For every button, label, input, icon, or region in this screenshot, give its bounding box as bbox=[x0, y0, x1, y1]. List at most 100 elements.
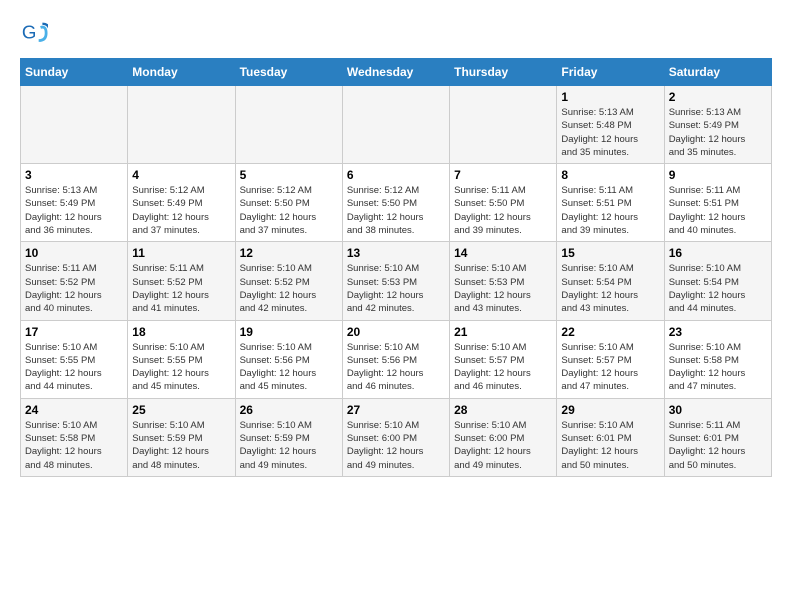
calendar-cell: 29 Sunrise: 5:10 AM Sunset: 6:01 PM Dayli… bbox=[557, 398, 664, 476]
day-info: Sunrise: 5:10 AM Sunset: 5:59 PM Dayligh… bbox=[240, 419, 338, 472]
calendar-week-3: 10 Sunrise: 5:11 AM Sunset: 5:52 PM Dayli… bbox=[21, 242, 772, 320]
calendar-cell bbox=[128, 86, 235, 164]
calendar-cell: 21 Sunrise: 5:10 AM Sunset: 5:57 PM Dayli… bbox=[450, 320, 557, 398]
day-number: 27 bbox=[347, 403, 445, 417]
day-info: Sunrise: 5:11 AM Sunset: 6:01 PM Dayligh… bbox=[669, 419, 767, 472]
calendar-cell: 30 Sunrise: 5:11 AM Sunset: 6:01 PM Dayli… bbox=[664, 398, 771, 476]
day-info: Sunrise: 5:10 AM Sunset: 5:55 PM Dayligh… bbox=[25, 341, 123, 394]
day-number: 4 bbox=[132, 168, 230, 182]
day-number: 26 bbox=[240, 403, 338, 417]
day-info: Sunrise: 5:12 AM Sunset: 5:50 PM Dayligh… bbox=[240, 184, 338, 237]
day-number: 14 bbox=[454, 246, 552, 260]
day-number: 29 bbox=[561, 403, 659, 417]
calendar-cell: 23Sunrise: 5:10 AM Sunset: 5:58 PM Dayli… bbox=[664, 320, 771, 398]
header-wednesday: Wednesday bbox=[342, 59, 449, 86]
calendar-cell bbox=[235, 86, 342, 164]
day-info: Sunrise: 5:11 AM Sunset: 5:50 PM Dayligh… bbox=[454, 184, 552, 237]
calendar-header-row: SundayMondayTuesdayWednesdayThursdayFrid… bbox=[21, 59, 772, 86]
calendar-cell: 11Sunrise: 5:11 AM Sunset: 5:52 PM Dayli… bbox=[128, 242, 235, 320]
calendar-cell: 16 Sunrise: 5:10 AM Sunset: 5:54 PM Dayli… bbox=[664, 242, 771, 320]
calendar-cell: 26 Sunrise: 5:10 AM Sunset: 5:59 PM Dayli… bbox=[235, 398, 342, 476]
day-info: Sunrise: 5:11 AM Sunset: 5:51 PM Dayligh… bbox=[669, 184, 767, 237]
calendar-cell: 12 Sunrise: 5:10 AM Sunset: 5:52 PM Dayli… bbox=[235, 242, 342, 320]
day-number: 19 bbox=[240, 325, 338, 339]
day-number: 9 bbox=[669, 168, 767, 182]
day-number: 17 bbox=[25, 325, 123, 339]
calendar-cell bbox=[450, 86, 557, 164]
day-number: 5 bbox=[240, 168, 338, 182]
header-friday: Friday bbox=[557, 59, 664, 86]
day-info: Sunrise: 5:10 AM Sunset: 5:55 PM Dayligh… bbox=[132, 341, 230, 394]
day-info: Sunrise: 5:10 AM Sunset: 6:00 PM Dayligh… bbox=[347, 419, 445, 472]
header-monday: Monday bbox=[128, 59, 235, 86]
day-number: 18 bbox=[132, 325, 230, 339]
day-number: 16 bbox=[669, 246, 767, 260]
logo: G bbox=[20, 20, 52, 48]
day-info: Sunrise: 5:10 AM Sunset: 5:58 PM Dayligh… bbox=[25, 419, 123, 472]
day-number: 6 bbox=[347, 168, 445, 182]
day-info: Sunrise: 5:10 AM Sunset: 5:59 PM Dayligh… bbox=[132, 419, 230, 472]
calendar-cell: 13Sunrise: 5:10 AM Sunset: 5:53 PM Dayli… bbox=[342, 242, 449, 320]
day-info: Sunrise: 5:10 AM Sunset: 5:54 PM Dayligh… bbox=[669, 262, 767, 315]
day-number: 21 bbox=[454, 325, 552, 339]
svg-text:G: G bbox=[22, 22, 37, 43]
calendar-cell bbox=[342, 86, 449, 164]
day-number: 1 bbox=[561, 90, 659, 104]
day-number: 22 bbox=[561, 325, 659, 339]
day-info: Sunrise: 5:13 AM Sunset: 5:49 PM Dayligh… bbox=[669, 106, 767, 159]
calendar-cell: 17 Sunrise: 5:10 AM Sunset: 5:55 PM Dayli… bbox=[21, 320, 128, 398]
calendar-cell: 5 Sunrise: 5:12 AM Sunset: 5:50 PM Daylig… bbox=[235, 164, 342, 242]
header-tuesday: Tuesday bbox=[235, 59, 342, 86]
day-number: 24 bbox=[25, 403, 123, 417]
calendar-cell: 4 Sunrise: 5:12 AM Sunset: 5:49 PM Daylig… bbox=[128, 164, 235, 242]
day-number: 2 bbox=[669, 90, 767, 104]
calendar-cell: 1 Sunrise: 5:13 AM Sunset: 5:48 PM Daylig… bbox=[557, 86, 664, 164]
day-info: Sunrise: 5:10 AM Sunset: 5:57 PM Dayligh… bbox=[561, 341, 659, 394]
day-info: Sunrise: 5:13 AM Sunset: 5:48 PM Dayligh… bbox=[561, 106, 659, 159]
day-info: Sunrise: 5:10 AM Sunset: 5:56 PM Dayligh… bbox=[347, 341, 445, 394]
day-number: 11 bbox=[132, 246, 230, 260]
day-number: 30 bbox=[669, 403, 767, 417]
calendar-body: 1 Sunrise: 5:13 AM Sunset: 5:48 PM Daylig… bbox=[21, 86, 772, 477]
calendar-cell bbox=[21, 86, 128, 164]
calendar-week-2: 3 Sunrise: 5:13 AM Sunset: 5:49 PM Daylig… bbox=[21, 164, 772, 242]
day-number: 8 bbox=[561, 168, 659, 182]
day-info: Sunrise: 5:10 AM Sunset: 6:01 PM Dayligh… bbox=[561, 419, 659, 472]
calendar-cell: 8 Sunrise: 5:11 AM Sunset: 5:51 PM Daylig… bbox=[557, 164, 664, 242]
logo-icon: G bbox=[20, 20, 48, 48]
day-info: Sunrise: 5:10 AM Sunset: 5:54 PM Dayligh… bbox=[561, 262, 659, 315]
calendar-cell: 3 Sunrise: 5:13 AM Sunset: 5:49 PM Daylig… bbox=[21, 164, 128, 242]
header-saturday: Saturday bbox=[664, 59, 771, 86]
day-number: 28 bbox=[454, 403, 552, 417]
day-info: Sunrise: 5:11 AM Sunset: 5:52 PM Dayligh… bbox=[25, 262, 123, 315]
calendar-cell: 22 Sunrise: 5:10 AM Sunset: 5:57 PM Dayli… bbox=[557, 320, 664, 398]
day-info: Sunrise: 5:13 AM Sunset: 5:49 PM Dayligh… bbox=[25, 184, 123, 237]
calendar-cell: 20 Sunrise: 5:10 AM Sunset: 5:56 PM Dayli… bbox=[342, 320, 449, 398]
calendar-week-4: 17 Sunrise: 5:10 AM Sunset: 5:55 PM Dayli… bbox=[21, 320, 772, 398]
calendar-cell: 14 Sunrise: 5:10 AM Sunset: 5:53 PM Dayli… bbox=[450, 242, 557, 320]
calendar-cell: 18 Sunrise: 5:10 AM Sunset: 5:55 PM Dayli… bbox=[128, 320, 235, 398]
day-number: 13 bbox=[347, 246, 445, 260]
calendar-cell: 27 Sunrise: 5:10 AM Sunset: 6:00 PM Dayli… bbox=[342, 398, 449, 476]
header-sunday: Sunday bbox=[21, 59, 128, 86]
day-info: Sunrise: 5:10 AM Sunset: 5:53 PM Dayligh… bbox=[454, 262, 552, 315]
day-info: Sunrise: 5:10 AM Sunset: 5:57 PM Dayligh… bbox=[454, 341, 552, 394]
calendar-cell: 15Sunrise: 5:10 AM Sunset: 5:54 PM Dayli… bbox=[557, 242, 664, 320]
calendar-cell: 6 Sunrise: 5:12 AM Sunset: 5:50 PM Daylig… bbox=[342, 164, 449, 242]
calendar-cell: 9 Sunrise: 5:11 AM Sunset: 5:51 PM Daylig… bbox=[664, 164, 771, 242]
day-info: Sunrise: 5:12 AM Sunset: 5:50 PM Dayligh… bbox=[347, 184, 445, 237]
calendar-cell: 2 Sunrise: 5:13 AM Sunset: 5:49 PM Daylig… bbox=[664, 86, 771, 164]
calendar-cell: 24 Sunrise: 5:10 AM Sunset: 5:58 PM Dayli… bbox=[21, 398, 128, 476]
day-info: Sunrise: 5:11 AM Sunset: 5:51 PM Dayligh… bbox=[561, 184, 659, 237]
day-number: 20 bbox=[347, 325, 445, 339]
calendar-cell: 10 Sunrise: 5:11 AM Sunset: 5:52 PM Dayli… bbox=[21, 242, 128, 320]
day-info: Sunrise: 5:10 AM Sunset: 5:58 PM Dayligh… bbox=[669, 341, 767, 394]
calendar-week-1: 1 Sunrise: 5:13 AM Sunset: 5:48 PM Daylig… bbox=[21, 86, 772, 164]
day-number: 25 bbox=[132, 403, 230, 417]
day-info: Sunrise: 5:10 AM Sunset: 5:52 PM Dayligh… bbox=[240, 262, 338, 315]
day-number: 12 bbox=[240, 246, 338, 260]
day-info: Sunrise: 5:10 AM Sunset: 5:56 PM Dayligh… bbox=[240, 341, 338, 394]
day-number: 10 bbox=[25, 246, 123, 260]
day-info: Sunrise: 5:12 AM Sunset: 5:49 PM Dayligh… bbox=[132, 184, 230, 237]
day-number: 3 bbox=[25, 168, 123, 182]
